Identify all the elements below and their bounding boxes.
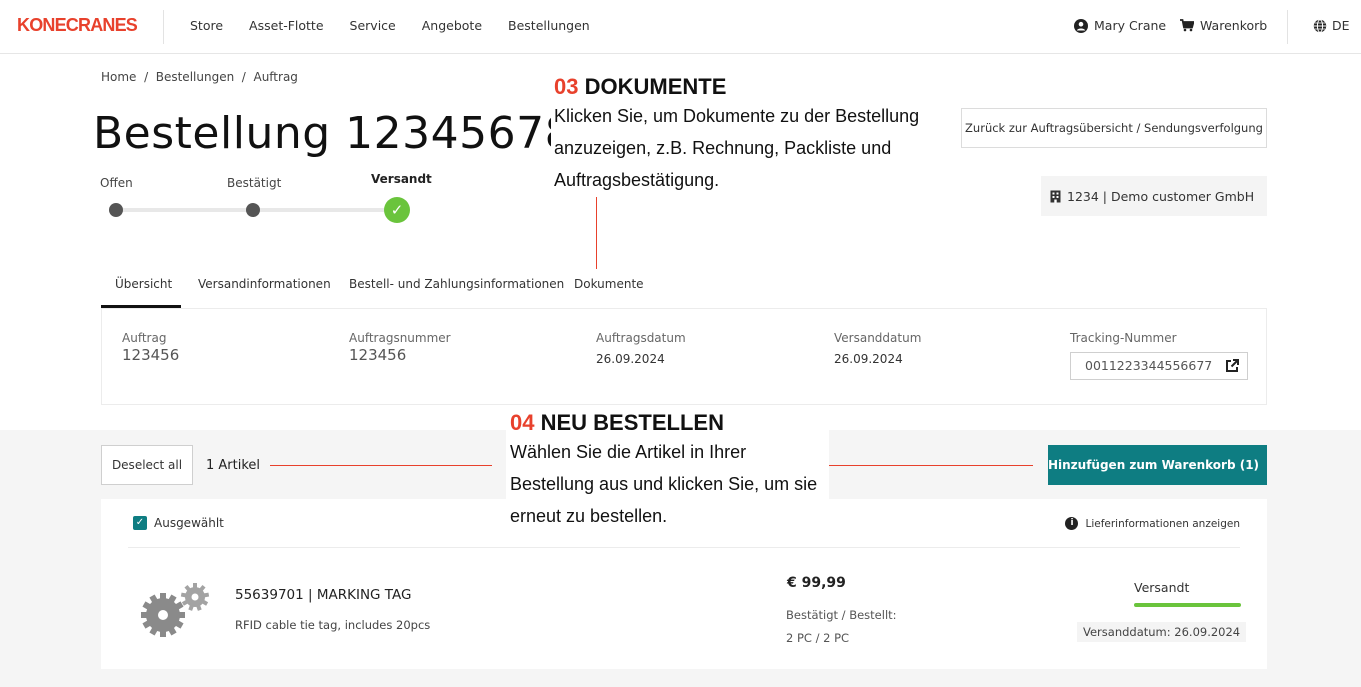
field-auftragsdatum: Auftragsdatum 26.09.2024 <box>596 331 686 366</box>
tracking-number-link[interactable]: 0011223344556677 <box>1070 352 1248 380</box>
delivery-info-link[interactable]: i Lieferinformationen anzeigen <box>1065 517 1240 530</box>
field-versanddatum: Versanddatum 26.09.2024 <box>834 331 921 366</box>
auftragsnummer-label: Auftragsnummer <box>349 331 451 345</box>
language-code: DE <box>1332 18 1350 33</box>
item-status-bar <box>1134 603 1241 607</box>
nav-asset-flotte[interactable]: Asset-Flotte <box>249 18 323 33</box>
item-count: 1 Artikel <box>206 458 261 473</box>
item-select-checkbox[interactable]: ✓ <box>133 516 147 530</box>
deselect-all-button[interactable]: Deselect all <box>101 445 193 485</box>
product-title[interactable]: 55639701 | MARKING TAG <box>235 587 411 603</box>
auftragsdatum-label: Auftragsdatum <box>596 331 686 345</box>
globe-icon <box>1313 18 1327 33</box>
user-icon <box>1074 18 1088 33</box>
field-tracking: Tracking-Nummer 0011223344556677 <box>1070 331 1248 380</box>
tracking-label: Tracking-Nummer <box>1070 331 1177 345</box>
nav-service[interactable]: Service <box>350 18 396 33</box>
header-divider <box>163 10 164 44</box>
header-divider-right <box>1287 10 1288 44</box>
item-status: Versandt <box>1134 580 1190 595</box>
product-description: RFID cable tie tag, includes 20pcs <box>235 618 431 632</box>
tab-bestell-zahlungsinformationen[interactable]: Bestell- und Zahlungsinformationen <box>349 277 564 291</box>
cart-link[interactable]: Warenkorb <box>1180 18 1267 33</box>
delivery-info-label: Lieferinformationen anzeigen <box>1085 517 1240 530</box>
checkmark-icon: ✓ <box>384 197 410 223</box>
product-price: € 99,99 <box>787 575 846 591</box>
language-selector[interactable]: DE <box>1313 18 1350 33</box>
main-nav: Store Asset-Flotte Service Angebote Best… <box>190 18 590 33</box>
breadcrumb[interactable]: Home / Bestellungen / Auftrag <box>101 70 298 84</box>
step-dot-offen <box>109 203 123 217</box>
confirmed-ordered-value: 2 PC / 2 PC <box>786 631 850 645</box>
callout-documents-pointer <box>596 197 597 269</box>
tab-versandinformationen[interactable]: Versandinformationen <box>198 277 331 291</box>
auftrag-value: 123456 <box>122 346 180 364</box>
top-navigation-bar: KONECRANES Store Asset-Flotte Service An… <box>0 0 1361 54</box>
info-icon: i <box>1065 517 1079 530</box>
building-icon <box>1050 190 1061 202</box>
versanddatum-label: Versanddatum <box>834 331 922 345</box>
callout-documents-number: 03 <box>554 74 579 99</box>
field-auftrag: Auftrag 123456 <box>122 331 179 364</box>
callout-documents-heading: 03 DOKUMENTE <box>554 74 958 100</box>
auftragsdatum-value: 26.09.2024 <box>596 352 665 366</box>
user-menu[interactable]: Mary Crane <box>1074 18 1166 33</box>
external-link-icon[interactable] <box>1225 359 1239 373</box>
callout-reorder-number: 04 <box>510 410 535 435</box>
selected-label: Ausgewählt <box>154 516 224 530</box>
add-to-cart-button[interactable]: Hinzufügen zum Warenkorb (1) <box>1048 445 1267 485</box>
order-summary-card: Auftrag 123456 Auftragsnummer 123456 Auf… <box>101 308 1267 405</box>
callout-reorder-body: Wählen Sie die Artikel in Ihrer Bestellu… <box>510 442 818 526</box>
item-ship-date: Versanddatum: 26.09.2024 <box>1077 622 1247 642</box>
order-progress: Offen Bestätigt Versandt ✓ <box>100 172 432 226</box>
item-status-bar-fill <box>1134 603 1241 607</box>
callout-reorder-title: NEU BESTELLEN <box>540 410 724 435</box>
step-label-bestaetigt: Bestätigt <box>227 176 282 190</box>
versanddatum-value: 26.09.2024 <box>834 352 903 366</box>
tab-uebersicht[interactable]: Übersicht <box>115 277 172 291</box>
confirmed-ordered-label: Bestätigt / Bestellt: <box>786 608 897 622</box>
add-to-cart-label: Hinzufügen zum Warenkorb (1) <box>1047 458 1260 472</box>
nav-store[interactable]: Store <box>190 18 223 33</box>
cart-icon <box>1180 19 1194 32</box>
cart-label: Warenkorb <box>1200 18 1268 33</box>
user-name: Mary Crane <box>1094 18 1167 33</box>
callout-reorder-pointer-left <box>270 465 492 466</box>
step-label-versandt: Versandt <box>371 172 432 186</box>
customer-name: 1234 | Demo customer GmbH <box>1067 188 1255 204</box>
callout-reorder-heading: 04 NEU BESTELLEN <box>510 410 825 436</box>
tracking-number: 0011223344556677 <box>1085 358 1213 373</box>
callout-reorder: 04 NEU BESTELLEN Wählen Sie die Artikel … <box>506 405 829 536</box>
auftragsnummer-value: 123456 <box>349 346 407 364</box>
auftrag-label: Auftrag <box>122 331 167 345</box>
konecranes-logo[interactable]: KONECRANES <box>17 15 138 36</box>
nav-bestellungen[interactable]: Bestellungen <box>508 18 590 33</box>
field-auftragsnummer: Auftragsnummer 123456 <box>349 331 451 364</box>
item-divider <box>128 547 1240 548</box>
page-title: Bestellung 123456789 <box>93 108 602 159</box>
back-to-overview-button[interactable]: Zurück zur Auftragsübersicht / Sendungsv… <box>961 108 1267 148</box>
tab-dokumente[interactable]: Dokumente <box>574 277 644 291</box>
product-image-gears <box>141 583 210 637</box>
callout-documents: 03 DOKUMENTE Klicken Sie, um Dokumente z… <box>551 72 961 196</box>
step-label-offen: Offen <box>100 176 133 190</box>
callout-documents-body: Klicken Sie, um Dokumente zu der Bestell… <box>554 106 920 190</box>
step-dot-bestaetigt <box>246 203 260 217</box>
nav-angebote[interactable]: Angebote <box>422 18 482 33</box>
callout-reorder-pointer-right <box>828 465 1033 466</box>
customer-badge: 1234 | Demo customer GmbH <box>1041 176 1267 216</box>
callout-documents-title: DOKUMENTE <box>584 74 727 99</box>
